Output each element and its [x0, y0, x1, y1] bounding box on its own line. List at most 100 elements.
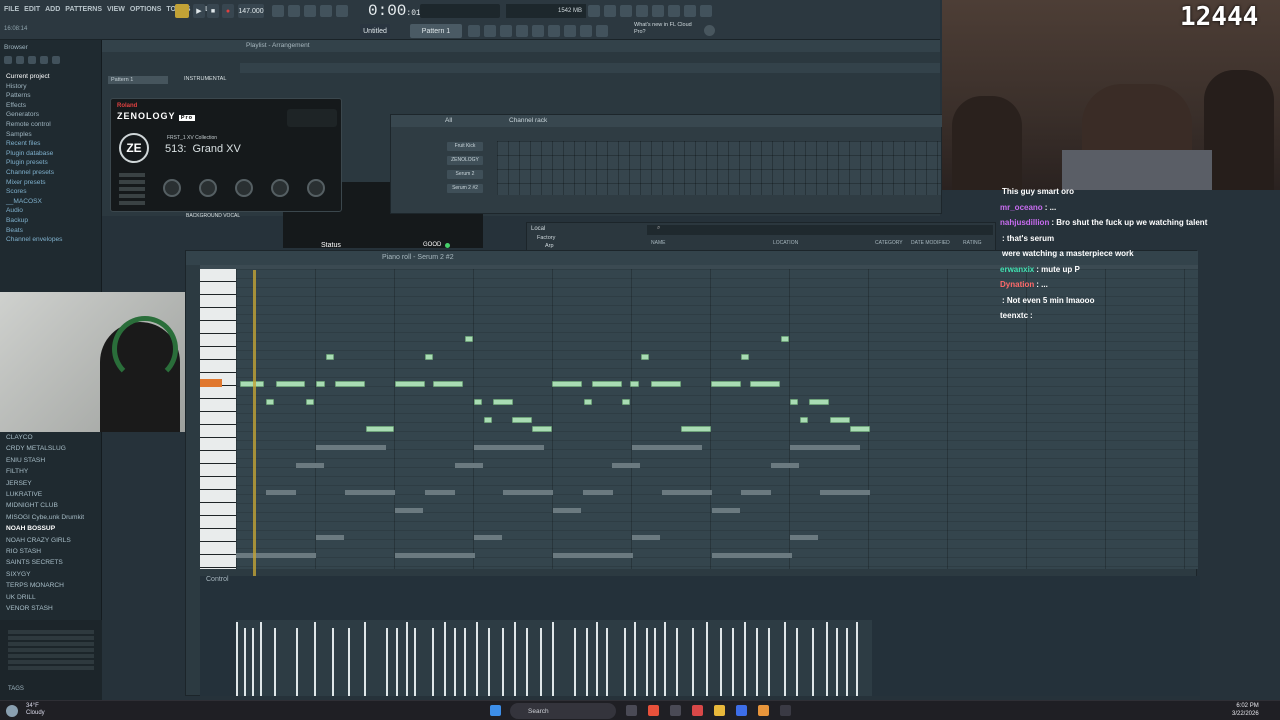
- folder-icon[interactable]: [714, 705, 725, 716]
- play-icon[interactable]: ▶: [193, 4, 205, 18]
- zen-mode-buttons[interactable]: [119, 173, 145, 205]
- velocity-bar[interactable]: [796, 628, 798, 696]
- chat-username[interactable]: teenxtc: [1000, 311, 1028, 320]
- velocity-bar[interactable]: [732, 628, 734, 696]
- weather-icon[interactable]: [6, 705, 18, 717]
- velocity-bar[interactable]: [664, 622, 666, 696]
- track-bg-vocal[interactable]: BACKGROUND VOCAL: [186, 213, 240, 219]
- note[interactable]: [474, 399, 482, 405]
- reverb-knob[interactable]: [199, 179, 217, 197]
- menu-edit[interactable]: EDIT: [24, 6, 40, 13]
- vibrato-knob[interactable]: [307, 179, 325, 197]
- note[interactable]: [552, 381, 582, 387]
- step-edit-icon[interactable]: [336, 5, 348, 17]
- rack-filter[interactable]: All: [445, 117, 452, 124]
- velocity-bar[interactable]: [720, 628, 722, 696]
- velocity-bar[interactable]: [252, 628, 254, 696]
- export-icon[interactable]: [700, 5, 712, 17]
- note[interactable]: [651, 381, 681, 387]
- browser-folder[interactable]: MISOGI Cybe,unk Drumkit: [6, 512, 84, 523]
- velocity-bar[interactable]: [768, 628, 770, 696]
- velocity-bar[interactable]: [386, 628, 388, 696]
- note[interactable]: [584, 399, 592, 405]
- note[interactable]: [781, 336, 789, 342]
- velocity-bar[interactable]: [526, 628, 528, 696]
- browser-item[interactable]: Scores: [6, 187, 62, 197]
- menu-options[interactable]: OPTIONS: [130, 6, 162, 13]
- velocity-bar[interactable]: [364, 622, 366, 696]
- note[interactable]: [335, 381, 365, 387]
- velocity-bar[interactable]: [502, 628, 504, 696]
- browser-folder[interactable]: MIDNIGHT CLUB: [6, 500, 84, 511]
- note[interactable]: [326, 354, 334, 360]
- browser-folder[interactable]: RIO STASH: [6, 546, 84, 557]
- velocity-bar[interactable]: [624, 628, 626, 696]
- browser-folder[interactable]: NOAH BOSSUP: [6, 523, 84, 534]
- velocity-bar[interactable]: [296, 628, 298, 696]
- browser-star-icon[interactable]: [28, 56, 36, 64]
- browser-item[interactable]: Recent files: [6, 139, 62, 149]
- browser-folder[interactable]: CRDY METALSLUG: [6, 443, 84, 454]
- note[interactable]: [622, 399, 630, 405]
- browser-item[interactable]: Channel presets: [6, 168, 62, 178]
- record-icon[interactable]: ●: [222, 4, 234, 18]
- browser-folder[interactable]: TERPS MONARCH: [6, 580, 84, 591]
- browser-folder[interactable]: SAINTS SECRETS: [6, 557, 84, 568]
- velocity-bar[interactable]: [552, 622, 554, 696]
- playlist-icon[interactable]: [468, 25, 480, 37]
- browser-item[interactable]: Beats: [6, 226, 62, 236]
- playlist-ruler[interactable]: [240, 63, 940, 73]
- zenology-plugin[interactable]: Roland ZENOLOGY Pro ZE FRST_1 XV Collect…: [110, 98, 342, 212]
- browser-folder[interactable]: JERSEY: [6, 478, 84, 489]
- news-panel[interactable]: What's new in FL Cloud Pro?: [634, 22, 704, 35]
- velocity-bar[interactable]: [488, 628, 490, 696]
- col-category[interactable]: CATEGORY: [875, 240, 903, 246]
- browser-folder[interactable]: NOAH CRAZY GIRLS: [6, 535, 84, 546]
- undo-icon[interactable]: [652, 5, 664, 17]
- metronome-icon[interactable]: [272, 5, 284, 17]
- browser-item[interactable]: Backup: [6, 216, 62, 226]
- note[interactable]: [790, 399, 798, 405]
- col-name[interactable]: NAME: [651, 240, 665, 246]
- piano-keyboard[interactable]: [200, 269, 236, 569]
- velocity-bar[interactable]: [514, 622, 516, 696]
- event-editor[interactable]: Control: [200, 576, 1200, 696]
- note[interactable]: [750, 381, 780, 387]
- weather-widget[interactable]: 34°F Cloudy: [26, 703, 45, 717]
- plugin-arp[interactable]: Arp: [545, 243, 554, 249]
- velocity-bar[interactable]: [414, 628, 416, 696]
- plugin-location[interactable]: Local: [531, 226, 545, 232]
- velocity-bar[interactable]: [432, 628, 434, 696]
- pattern-select[interactable]: Pattern 1: [410, 24, 462, 38]
- taskbar-search[interactable]: Search: [510, 703, 616, 719]
- note[interactable]: [800, 417, 808, 423]
- velocity-bar[interactable]: [836, 628, 838, 696]
- note[interactable]: [850, 426, 870, 432]
- mic-icon[interactable]: [620, 5, 632, 17]
- note[interactable]: [493, 399, 513, 405]
- track-header[interactable]: Pattern 1: [108, 76, 168, 84]
- info-icon[interactable]: [668, 5, 680, 17]
- velocity-bar[interactable]: [846, 628, 848, 696]
- menu-patterns[interactable]: PATTERNS: [65, 6, 102, 13]
- velocity-bar[interactable]: [744, 622, 746, 696]
- output-knob[interactable]: [163, 179, 181, 197]
- browser-item[interactable]: Mixer presets: [6, 178, 62, 188]
- menu-file[interactable]: FILE: [4, 6, 19, 13]
- note[interactable]: [425, 354, 433, 360]
- note[interactable]: [681, 426, 711, 432]
- velocity-bar[interactable]: [244, 628, 246, 696]
- velocity-bar[interactable]: [396, 628, 398, 696]
- app-icon-d[interactable]: [780, 705, 791, 716]
- note[interactable]: [484, 417, 492, 423]
- plugin-factory[interactable]: Factory: [537, 235, 555, 241]
- note[interactable]: [266, 399, 274, 405]
- velocity-bar[interactable]: [676, 628, 678, 696]
- col-date[interactable]: DATE MODIFIED: [911, 240, 950, 246]
- velocity-bar[interactable]: [540, 628, 542, 696]
- app-icon-c[interactable]: [736, 705, 747, 716]
- browser-back-icon[interactable]: [4, 56, 12, 64]
- velocity-bar[interactable]: [444, 622, 446, 696]
- browser-icon[interactable]: [532, 25, 544, 37]
- browser-folder[interactable]: LUKRATIVE: [6, 489, 84, 500]
